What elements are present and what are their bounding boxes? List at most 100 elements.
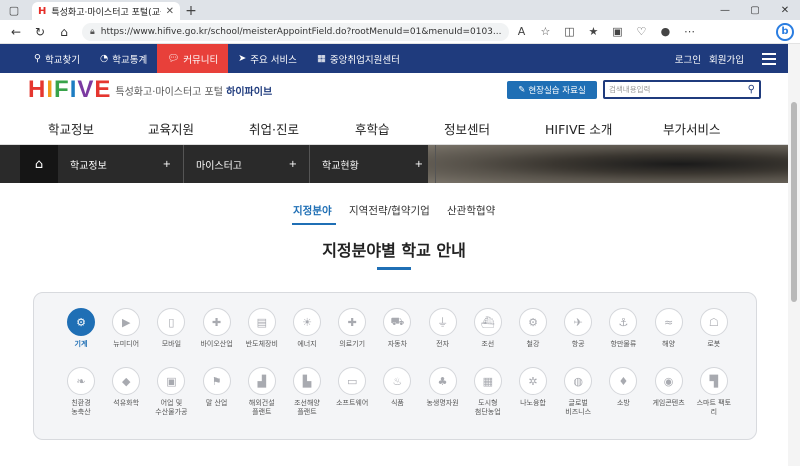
tab-actions-icon[interactable]: ▢: [0, 0, 28, 20]
home-icon[interactable]: ⌂: [20, 145, 58, 183]
field-category-row2-9[interactable]: ▦ 도시형 첨단농업: [466, 367, 510, 417]
field-category-row1-12[interactable]: ⚓ 항만물류: [601, 308, 645, 349]
main-nav: 학교정보 교육지원 취업·진로 후학습 정보센터 HIFIVE 소개 부가서비스: [0, 107, 788, 145]
plus-icon: +: [162, 158, 171, 170]
field-category-row1-10[interactable]: ⚙ 철강: [511, 308, 555, 349]
tab-designated-field[interactable]: 지정분야: [293, 203, 332, 218]
page-scrollbar[interactable]: [788, 44, 800, 466]
login-link[interactable]: 로그인: [675, 52, 701, 66]
field-category-row1-13[interactable]: ≈ 해양: [647, 308, 691, 349]
favorites-icon[interactable]: ★: [581, 21, 605, 43]
field-category-row2-11[interactable]: ◍ 글로벌 비즈니스: [556, 367, 600, 417]
tab-regional-strategy[interactable]: 지역전략/협약기업: [349, 203, 430, 218]
field-category-row1-1[interactable]: ▶ 뉴미디어: [104, 308, 148, 349]
robot-icon: ☖: [699, 308, 728, 336]
tab-industry-agreement[interactable]: 산관학협약: [447, 203, 495, 218]
field-category-label: 소프트웨어: [336, 399, 369, 407]
flag-icon: ⚑: [202, 367, 231, 395]
split-screen-icon[interactable]: ◫: [557, 21, 581, 43]
field-category-label: 나노융합: [520, 399, 546, 407]
field-category-row1-3[interactable]: ✚ 바이오산업: [195, 308, 239, 349]
plus-icon: +: [414, 158, 423, 170]
field-category-label: 에너지: [297, 340, 317, 348]
field-category-row1-2[interactable]: ▯ 모바일: [149, 308, 193, 349]
favorite-star-icon[interactable]: ☆: [533, 21, 557, 43]
new-tab-icon[interactable]: +: [180, 2, 202, 20]
hifive-logo[interactable]: HIFIVE: [28, 76, 111, 104]
field-category-row1-9[interactable]: ⛴ 조선: [466, 308, 510, 349]
field-category-row1-7[interactable]: ⛟ 자동차: [375, 308, 419, 349]
field-category-row2-0[interactable]: ❧ 친환경 농축산: [59, 367, 103, 417]
chip-icon: ▤: [247, 308, 276, 336]
practice-materials-button[interactable]: ✎ 현장실습 자료실: [507, 81, 597, 99]
search-input[interactable]: 검색내용입력: [609, 84, 748, 95]
gnb-further-study[interactable]: 후학습: [355, 119, 390, 138]
site-favicon-icon: H: [38, 5, 47, 17]
field-category-row2-8[interactable]: ♣ 농생명자원: [421, 367, 465, 408]
field-category-label: 식품: [390, 399, 404, 407]
laptop-icon: ▭: [338, 367, 367, 395]
nav-school-stats[interactable]: ◔ 학교통계: [90, 44, 157, 73]
breadcrumb-level3[interactable]: 학교현황 +: [310, 145, 436, 183]
fire-icon: ♦: [609, 367, 638, 395]
gnb-info-center[interactable]: 정보센터: [444, 119, 490, 138]
extensions-icon[interactable]: ♡: [629, 21, 653, 43]
url-text: https://www.hifive.go.kr/school/meisterA…: [100, 26, 502, 37]
maximize-icon[interactable]: ▢: [740, 0, 770, 20]
field-category-row2-3[interactable]: ⚑ 말 산업: [195, 367, 239, 408]
scrollbar-thumb[interactable]: [791, 102, 797, 302]
field-category-row2-4[interactable]: ▟ 해외건설 플랜트: [240, 367, 284, 417]
nav-main-services[interactable]: ➤ 주요 서비스: [228, 44, 307, 73]
field-category-row2-2[interactable]: ▣ 어업 및 수산물가공: [149, 367, 193, 417]
url-field[interactable]: 🔒︎ https://www.hifive.go.kr/school/meist…: [82, 22, 510, 41]
breadcrumb-level1[interactable]: 학교정보 +: [58, 145, 184, 183]
drop-icon: ◆: [112, 367, 141, 395]
field-category-label: 항공: [571, 340, 585, 348]
field-category-label: 기계: [74, 340, 88, 348]
field-category-row1-0[interactable]: ⚙ 기계: [59, 308, 103, 349]
more-options-icon[interactable]: ⋯: [677, 21, 701, 43]
field-category-row2-13[interactable]: ◉ 게임콘텐츠: [647, 367, 691, 408]
profile-icon[interactable]: ●: [653, 21, 677, 43]
field-category-row2-14[interactable]: ▜ 스마트 팩토 리: [692, 367, 736, 417]
field-category-row2-6[interactable]: ▭ 소프트웨어: [330, 367, 374, 408]
breadcrumb-level2[interactable]: 마이스터고 +: [184, 145, 310, 183]
field-category-row2-7[interactable]: ♨ 식품: [375, 367, 419, 408]
field-category-row1-5[interactable]: ☀ 에너지: [285, 308, 329, 349]
close-window-icon[interactable]: ✕: [770, 0, 800, 20]
field-category-row2-1[interactable]: ◆ 석유화학: [104, 367, 148, 408]
field-category-row1-4[interactable]: ▤ 반도체장비: [240, 308, 284, 349]
nav-community[interactable]: 💬︎ 커뮤니티: [157, 44, 229, 73]
gnb-extra-services[interactable]: 부가서비스: [663, 119, 721, 138]
field-category-row1-11[interactable]: ✈ 항공: [556, 308, 600, 349]
nav-school-search[interactable]: ⚲ 학교찾기: [24, 44, 90, 73]
brand-header: HIFIVE 특성화고·마이스터고 포털 하이파이브 ✎ 현장실습 자료실 검색내…: [0, 73, 788, 107]
home-icon[interactable]: ⌂: [52, 21, 76, 43]
field-category-row1-6[interactable]: ✚ 의료기기: [330, 308, 374, 349]
field-category-row2-5[interactable]: ▙ 조선해양 플랜트: [285, 367, 329, 417]
collections-icon[interactable]: ▣: [605, 21, 629, 43]
field-category-row2-10[interactable]: ✲ 나노융합: [511, 367, 555, 408]
nav-employment-center[interactable]: ▦ 중앙취업지원센터: [307, 44, 410, 73]
field-category-row2-12[interactable]: ♦ 소방: [601, 367, 645, 408]
hamburger-menu-icon[interactable]: [762, 52, 776, 65]
gnb-education-support[interactable]: 교육지원: [148, 119, 194, 138]
join-link[interactable]: 회원가입: [709, 52, 744, 66]
minimize-icon[interactable]: —: [710, 0, 740, 20]
browser-tab[interactable]: H 특성화고·마이스터고 포털(교육부 ✕: [32, 2, 180, 20]
field-category-row1-14[interactable]: ☖ 로봇: [692, 308, 736, 349]
gear-icon: ⚙: [67, 308, 95, 336]
search-icon[interactable]: ⚲: [748, 84, 755, 95]
gnb-school-info[interactable]: 학교정보: [48, 119, 94, 138]
back-icon[interactable]: ←: [4, 21, 28, 43]
site-search[interactable]: 검색내용입력 ⚲: [603, 80, 761, 99]
gnb-career[interactable]: 취업·진로: [249, 119, 299, 138]
refresh-icon[interactable]: ↻: [28, 21, 52, 43]
field-category-label: 어업 및 수산물가공: [155, 399, 188, 416]
medkit-icon: ✚: [202, 308, 231, 336]
field-category-row1-8[interactable]: ⏚ 전자: [421, 308, 465, 349]
gnb-about[interactable]: HIFIVE 소개: [545, 119, 612, 138]
bing-copilot-icon[interactable]: b: [776, 22, 794, 41]
close-tab-icon[interactable]: ✕: [166, 6, 174, 17]
read-aloud-icon[interactable]: A: [509, 21, 533, 43]
